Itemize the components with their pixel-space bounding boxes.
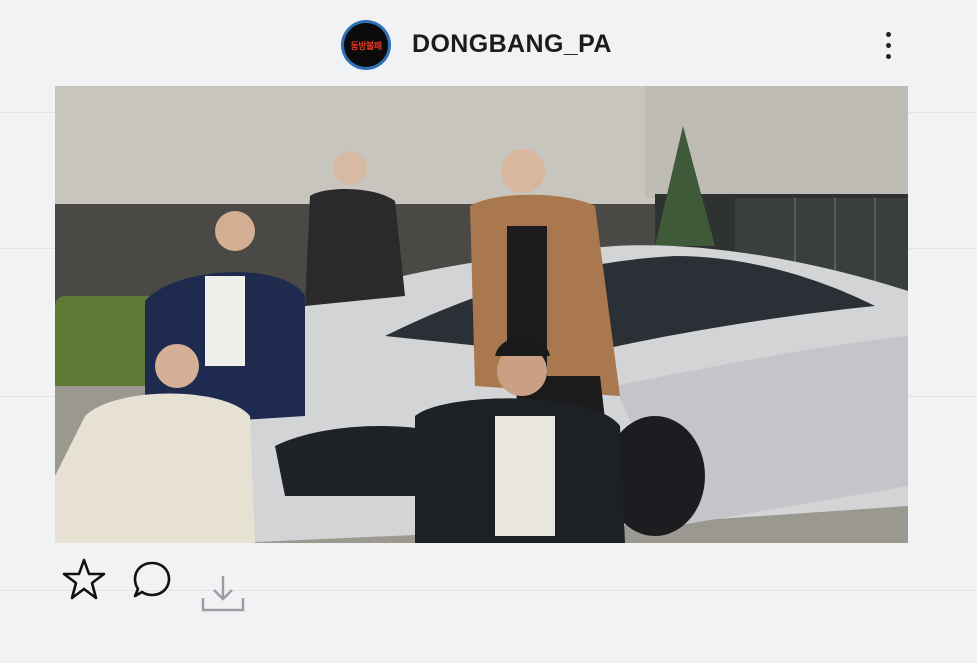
- download-icon: [201, 576, 245, 612]
- post-image[interactable]: [55, 86, 908, 543]
- like-button[interactable]: [62, 558, 106, 600]
- comment-button[interactable]: [131, 560, 173, 602]
- more-options-dot: [886, 54, 891, 59]
- username[interactable]: DONGBANG_PA: [412, 30, 612, 59]
- avatar-logo-text: 동방불패: [350, 41, 382, 52]
- star-icon: [62, 558, 106, 600]
- avatar[interactable]: 동방불패: [341, 20, 391, 70]
- download-button[interactable]: [200, 574, 246, 616]
- more-options-button[interactable]: [878, 28, 900, 64]
- more-options-dot: [886, 43, 891, 48]
- avatar-logo: 동방불패: [344, 23, 388, 67]
- post-frame: 동방불패 DONGBANG_PA: [0, 0, 977, 663]
- action-bar: [0, 548, 977, 628]
- post-photo: [55, 86, 908, 543]
- more-options-icon: [886, 32, 891, 37]
- post-header: 동방불패 DONGBANG_PA: [0, 0, 977, 88]
- comment-icon: [133, 561, 171, 598]
